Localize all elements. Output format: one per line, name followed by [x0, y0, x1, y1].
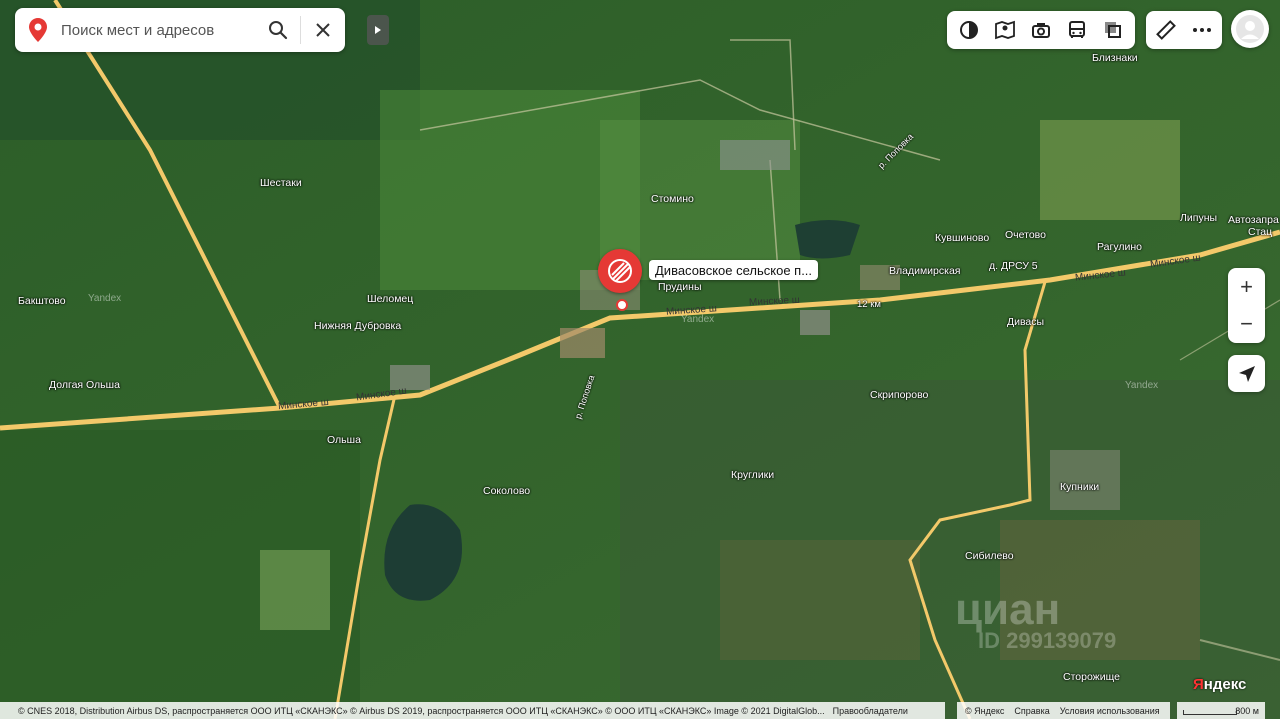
panorama-button[interactable] [987, 11, 1023, 49]
label-bliznaki: Близнаки [1092, 52, 1138, 64]
help-link[interactable]: Справка [1014, 706, 1049, 716]
navigation-arrow-icon [1238, 365, 1255, 382]
more-button[interactable] [1184, 11, 1220, 49]
label-krugliki: Круглики [731, 469, 775, 481]
logo-first-letter: Я [1193, 676, 1204, 693]
label-shestaki: Шестаки [260, 177, 302, 189]
label-lipuny: Липуны [1180, 212, 1218, 224]
cian-watermark-id: ID 299139079 [978, 628, 1117, 653]
footer-links: © Яндекс Справка Условия использования [957, 702, 1170, 719]
label-skriporovo: Скрипорово [870, 389, 929, 401]
ruler-button[interactable] [1148, 11, 1184, 49]
terms-link[interactable]: Условия использования [1060, 706, 1160, 716]
road-km-marker: 12 км [857, 299, 881, 310]
label-storozhische: Сторожище [1063, 671, 1120, 683]
label-pruding: Прудины [658, 281, 702, 293]
search-button[interactable] [256, 8, 300, 52]
label-olsha: Ольша [327, 434, 361, 446]
yandex-imprint: Yandex [681, 314, 715, 325]
globe-icon [960, 21, 978, 39]
zoom-out-button[interactable]: − [1228, 305, 1265, 342]
play-arrow-icon [375, 26, 381, 34]
label-stomino: Стомино [651, 193, 694, 205]
layers-button[interactable] [1095, 11, 1131, 49]
label-sibilevo: Сибилево [965, 550, 1014, 562]
map-type-button[interactable] [951, 11, 987, 49]
person-map-icon [995, 20, 1015, 40]
hatched-area-icon [608, 259, 632, 283]
copyright-bar: © CNES 2018, Distribution Airbus DS, рас… [0, 702, 945, 719]
label-ragulino: Рагулино [1097, 241, 1142, 253]
label-azs: Автозапра [1228, 214, 1279, 226]
logo-rest: ндекс [1203, 676, 1247, 693]
transport-button[interactable] [1059, 11, 1095, 49]
copyright-text: © CNES 2018, Distribution Airbus DS, рас… [18, 705, 825, 716]
label-kuvshinovo: Кувшиново [935, 232, 990, 244]
label-kupniki: Купники [1060, 481, 1100, 493]
layers-toolbar [947, 11, 1135, 49]
yandex-imprint: Yandex [88, 293, 122, 304]
scale-bar: 800 м [1177, 702, 1265, 719]
label-stan: Стац [1248, 226, 1273, 238]
label-nizhnyaya-dubrovka: Нижняя Дубровка [314, 320, 402, 332]
satellite-map[interactable] [0, 0, 1280, 719]
place-marker[interactable] [598, 249, 642, 293]
search-input[interactable]: Поиск мест и адресов [61, 22, 256, 39]
photos-button[interactable] [1023, 11, 1059, 49]
collapse-panel-button[interactable] [367, 15, 389, 45]
geolocation-button[interactable] [1228, 355, 1265, 392]
label-drsu: д. ДРСУ 5 [989, 260, 1038, 272]
place-point[interactable] [616, 299, 628, 311]
user-avatar[interactable] [1231, 10, 1269, 48]
legal-link[interactable]: Правообладатели [833, 706, 908, 716]
location-pin-icon [15, 18, 61, 42]
yandex-copyright: © Яндекс [965, 705, 1005, 716]
label-dolgaya-olsha: Долгая Ольша [49, 379, 120, 391]
place-name-card[interactable]: Дивасовское сельское п... [649, 260, 819, 280]
zoom-control: + − [1228, 268, 1265, 343]
camera-icon [1032, 23, 1050, 38]
label-ochetovo: Очетово [1005, 229, 1046, 241]
search-bar[interactable]: Поиск мест и адресов [15, 8, 345, 52]
zoom-in-button[interactable]: + [1228, 268, 1265, 305]
clear-button[interactable] [301, 8, 345, 52]
scale-label: 800 м [1235, 705, 1259, 716]
scale-line [1183, 710, 1237, 715]
label-vladimirskaya: Владимирская [889, 265, 961, 277]
layers-icon [1105, 22, 1121, 38]
label-sokolovo: Соколово [483, 485, 531, 497]
yandex-logo[interactable]: Яндекс [1193, 676, 1246, 693]
search-icon [269, 21, 288, 40]
close-icon [316, 23, 330, 37]
label-shelomets: Шеломец [367, 293, 414, 305]
label-divasy: Дивасы [1007, 316, 1045, 328]
ruler-icon [1156, 20, 1176, 40]
avatar-icon [1236, 15, 1264, 43]
tools-toolbar [1146, 11, 1222, 49]
more-dots-icon [1193, 28, 1211, 32]
bus-icon [1069, 21, 1085, 38]
yandex-imprint: Yandex [1125, 380, 1159, 391]
label-bakshtovo: Бакштово [18, 295, 66, 307]
